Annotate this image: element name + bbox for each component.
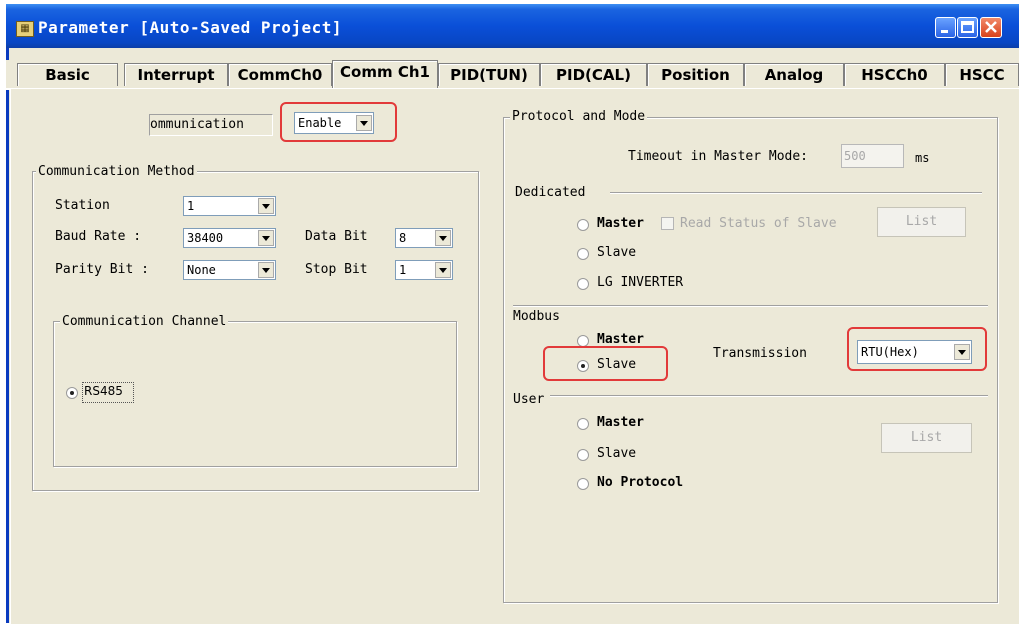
- chevron-down-icon[interactable]: [258, 230, 274, 246]
- parity-bit-label: Parity Bit :: [55, 262, 149, 277]
- tab-pid-cal[interactable]: PID(CAL): [540, 63, 647, 86]
- dedicated-master-radio[interactable]: [577, 219, 589, 231]
- chevron-down-icon[interactable]: [954, 344, 970, 360]
- protocol-mode-title: Protocol and Mode: [510, 109, 648, 124]
- user-slave-label: Slave: [597, 446, 637, 461]
- maximize-button[interactable]: [957, 17, 978, 38]
- baud-rate-select[interactable]: 38400: [183, 228, 276, 248]
- communication-select[interactable]: Enable: [294, 112, 374, 134]
- user-master-radio[interactable]: [577, 418, 589, 430]
- stop-bit-label: Stop Bit: [305, 262, 368, 277]
- tab-analog[interactable]: Analog: [744, 63, 844, 86]
- transmission-value: RTU(Hex): [861, 345, 919, 359]
- timeout-label: Timeout in Master Mode:: [628, 149, 809, 164]
- tab-position[interactable]: Position: [647, 63, 744, 86]
- data-bit-select[interactable]: 8: [395, 228, 453, 248]
- dedicated-master-label: Master: [597, 216, 644, 231]
- transmission-select[interactable]: RTU(Hex): [857, 340, 972, 364]
- user-slave-radio[interactable]: [577, 449, 589, 461]
- chevron-down-icon[interactable]: [435, 262, 451, 278]
- modbus-master-radio[interactable]: [577, 335, 589, 347]
- station-value: 1: [187, 199, 195, 213]
- title-bar[interactable]: ▦ Parameter [Auto-Saved Project]: [6, 4, 1019, 48]
- modbus-slave-radio[interactable]: [577, 360, 589, 372]
- modbus-separator: [513, 305, 988, 307]
- minimize-button[interactable]: [935, 17, 956, 38]
- user-title: User: [513, 392, 545, 407]
- modbus-slave-label: Slave: [597, 357, 637, 372]
- parameter-app-icon: ▦: [16, 21, 34, 37]
- parity-bit-value: None: [187, 263, 216, 277]
- chevron-down-icon[interactable]: [435, 230, 451, 246]
- communication-label: ommunication: [149, 114, 273, 136]
- dedicated-list-button[interactable]: List: [877, 207, 966, 237]
- tab-commch0[interactable]: CommCh0: [228, 63, 332, 86]
- communication-channel-title: Communication Channel: [60, 314, 229, 329]
- parity-bit-select[interactable]: None: [183, 260, 276, 280]
- station-label: Station: [55, 198, 110, 213]
- baud-rate-value: 38400: [187, 231, 224, 245]
- dedicated-title: Dedicated: [515, 185, 586, 200]
- close-button[interactable]: [980, 17, 1002, 38]
- dedicated-separator: [610, 192, 982, 194]
- read-status-checkbox[interactable]: [661, 217, 674, 230]
- baud-rate-label: Baud Rate :: [55, 229, 142, 244]
- dedicated-slave-label: Slave: [597, 245, 637, 260]
- dedicated-slave-radio[interactable]: [577, 248, 589, 260]
- timeout-input[interactable]: 500: [841, 144, 904, 168]
- lg-inverter-label: LG INVERTER: [597, 275, 684, 290]
- transmission-label: Transmission: [713, 346, 807, 361]
- chevron-down-icon[interactable]: [356, 115, 372, 131]
- minimize-icon: [941, 30, 948, 33]
- timeout-unit: ms: [915, 151, 930, 165]
- no-protocol-radio[interactable]: [577, 478, 589, 490]
- user-list-button[interactable]: List: [881, 423, 972, 453]
- modbus-title: Modbus: [513, 309, 560, 324]
- no-protocol-label: No Protocol: [597, 475, 684, 490]
- read-status-label: Read Status of Slave: [680, 216, 837, 231]
- chevron-down-icon[interactable]: [258, 262, 274, 278]
- communication-value: Enable: [298, 116, 342, 130]
- lg-inverter-radio[interactable]: [577, 278, 589, 290]
- tab-interrupt[interactable]: Interrupt: [124, 63, 228, 86]
- tab-basic[interactable]: Basic: [17, 63, 118, 86]
- data-bit-label: Data Bit: [305, 229, 368, 244]
- tab-pid-tun[interactable]: PID(TUN): [438, 63, 540, 86]
- data-bit-value: 8: [399, 231, 407, 245]
- chevron-down-icon[interactable]: [258, 198, 274, 214]
- tab-hscch0[interactable]: HSCCh0: [844, 63, 945, 86]
- modbus-master-label: Master: [597, 332, 644, 347]
- user-master-label: Master: [597, 415, 644, 430]
- user-separator: [550, 395, 988, 397]
- rs485-radio[interactable]: [66, 387, 78, 399]
- station-select[interactable]: 1: [183, 196, 276, 216]
- window-title: Parameter [Auto-Saved Project]: [38, 18, 342, 37]
- rs485-label[interactable]: RS485: [84, 384, 123, 398]
- stop-bit-select[interactable]: 1: [395, 260, 453, 280]
- communication-method-title: Communication Method: [36, 164, 197, 179]
- tab-hscch1[interactable]: HSCC: [945, 63, 1019, 86]
- maximize-icon: [961, 21, 974, 33]
- tab-commch1[interactable]: Comm Ch1: [332, 60, 438, 88]
- stop-bit-value: 1: [399, 263, 407, 277]
- close-icon: [985, 21, 997, 33]
